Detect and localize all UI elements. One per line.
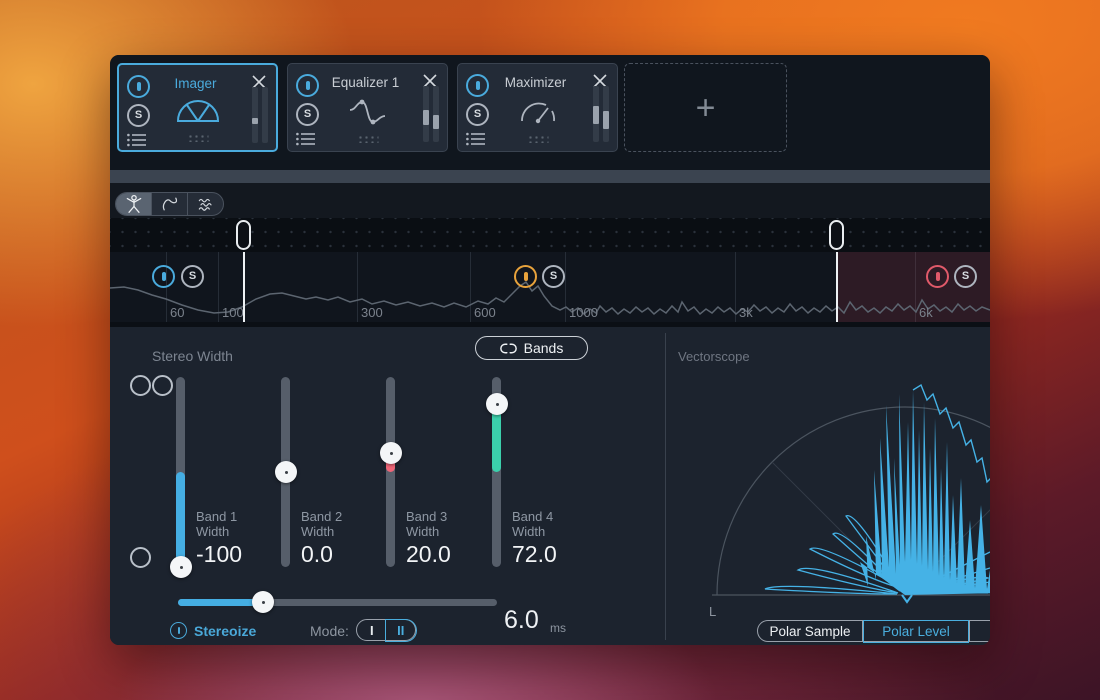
freq-label: 100 — [222, 305, 244, 320]
solo-icon[interactable]: S — [466, 103, 489, 126]
power-icon[interactable] — [127, 75, 150, 98]
view-toolbar — [110, 183, 990, 218]
power-icon — [170, 622, 187, 639]
bands-button[interactable]: Bands — [475, 336, 588, 360]
module-tile-imager[interactable]: S Imager — [117, 63, 278, 152]
delay-unit: ms — [550, 621, 566, 635]
mode-II-button[interactable]: II — [385, 619, 417, 642]
band2-power-icon[interactable] — [514, 265, 537, 288]
add-module-icon: + — [696, 93, 716, 123]
band1-value: -100 — [196, 541, 242, 568]
band4-slider-handle[interactable] — [486, 393, 508, 415]
crossover-line-2[interactable] — [836, 252, 838, 322]
polar-sample-button[interactable]: Polar Sample — [758, 621, 863, 641]
preset-list-icon[interactable] — [466, 131, 488, 147]
mode-label: Mode: — [310, 623, 349, 639]
panel-title: Stereo Width — [152, 348, 233, 364]
band1-power-icon[interactable] — [152, 265, 175, 288]
freq-label: 1000 — [569, 305, 598, 320]
tab-waves-view[interactable] — [188, 193, 223, 215]
drag-handle[interactable] — [187, 134, 208, 142]
preset-list-icon[interactable] — [296, 131, 318, 147]
stereoize-toggle[interactable]: Stereoize — [170, 622, 256, 639]
mono-icon — [130, 547, 151, 568]
band4-label: Band 4 — [512, 509, 553, 524]
stereoize-label: Stereoize — [194, 623, 256, 639]
freq-label: 3k — [739, 305, 753, 320]
wide-stereo-icon — [152, 375, 173, 396]
stereoize-slider-handle[interactable] — [252, 591, 274, 613]
imager-module-icon — [175, 98, 221, 124]
vectorscope-display — [670, 330, 990, 615]
band2-value: 0.0 — [301, 541, 333, 568]
separator-strip — [110, 170, 990, 183]
panel-divider — [665, 333, 666, 640]
module-title: Equalizer 1 — [318, 75, 413, 90]
module-meters — [252, 87, 268, 143]
band1-slider-handle[interactable] — [170, 556, 192, 578]
polar-level-button[interactable]: Polar Level — [863, 620, 969, 643]
module-tile-equalizer[interactable]: S Equalizer 1 — [287, 63, 448, 152]
delay-value: 6.0 — [504, 606, 539, 635]
drag-handle[interactable] — [527, 135, 548, 143]
band3-sublabel: Width — [406, 524, 447, 539]
band1-label: Band 1 — [196, 509, 237, 524]
freq-label: 6k — [919, 305, 933, 320]
band3-width-slider[interactable] — [386, 377, 395, 567]
stereoize-delay-slider[interactable] — [178, 599, 497, 606]
band2-solo-icon[interactable]: S — [542, 265, 565, 288]
module-tile-maximizer[interactable]: S Maximizer — [457, 63, 618, 152]
module-meters — [593, 86, 609, 142]
mode-I-button[interactable]: I — [357, 620, 387, 640]
module-meters — [423, 86, 439, 142]
band2-slider-handle[interactable] — [275, 461, 297, 483]
band4-value: 72.0 — [512, 541, 557, 568]
freq-label: 60 — [170, 305, 184, 320]
tab-stereo-width-view[interactable] — [116, 193, 152, 215]
tab-sine-view[interactable] — [152, 193, 188, 215]
module-title: Imager — [149, 76, 242, 91]
freq-label: 300 — [361, 305, 383, 320]
crossover-handle-1[interactable] — [236, 220, 251, 250]
band3-value: 20.0 — [406, 541, 451, 568]
module-chain: S Imager S Equalizer 1 — [110, 55, 990, 170]
band3-slider-handle[interactable] — [380, 442, 402, 464]
band4-sublabel: Width — [512, 524, 553, 539]
crossover-handle-2[interactable] — [829, 220, 844, 250]
equalizer-module-icon — [348, 97, 388, 127]
link-icon — [500, 342, 517, 355]
band3-power-icon[interactable] — [926, 265, 949, 288]
band1-width-meter — [176, 472, 185, 567]
band2-sublabel: Width — [301, 524, 342, 539]
ozone-imager-window: S Imager S Equalizer 1 — [110, 55, 990, 645]
view-selector — [115, 192, 224, 216]
band2-label: Band 2 — [301, 509, 342, 524]
power-icon[interactable] — [466, 74, 489, 97]
band1-solo-icon[interactable]: S — [181, 265, 204, 288]
spectrum-display: 60 100 300 600 1000 3k 6k S S S — [110, 252, 990, 322]
mode-selector: I II — [356, 619, 416, 641]
preset-list-icon[interactable] — [127, 132, 149, 148]
crossover-line-1[interactable] — [243, 252, 245, 322]
band1-sublabel: Width — [196, 524, 237, 539]
wide-stereo-icon — [130, 375, 151, 396]
left-channel-label: L — [709, 604, 716, 619]
add-module-slot[interactable]: + — [624, 63, 787, 152]
drag-handle[interactable] — [357, 135, 378, 143]
solo-icon[interactable]: S — [296, 103, 319, 126]
solo-icon[interactable]: S — [127, 104, 150, 127]
module-title: Maximizer — [488, 75, 583, 90]
power-icon[interactable] — [296, 74, 319, 97]
stereoize-delay-fill — [178, 599, 263, 606]
band3-solo-icon[interactable]: S — [954, 265, 977, 288]
scope-view-extra-segment[interactable] — [969, 621, 990, 641]
band3-label: Band 3 — [406, 509, 447, 524]
imager-main-panel: Stereo Width Bands Band 1Width -100 Band… — [110, 327, 990, 645]
maximizer-module-icon — [517, 97, 559, 125]
scope-view-selector: Polar Sample Polar Level — [757, 620, 990, 642]
freq-label: 600 — [474, 305, 496, 320]
